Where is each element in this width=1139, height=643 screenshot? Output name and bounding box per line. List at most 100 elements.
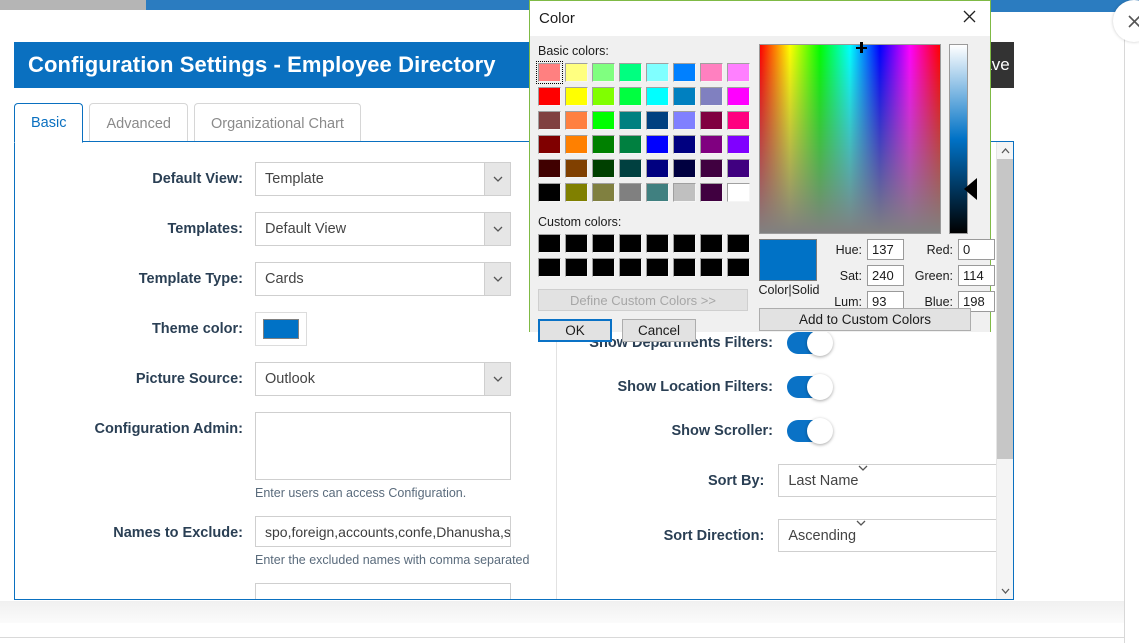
color-swatch[interactable] bbox=[727, 234, 750, 253]
color-swatch[interactable] bbox=[592, 111, 615, 130]
cancel-button[interactable]: Cancel bbox=[622, 319, 696, 342]
theme-color-picker-button[interactable] bbox=[255, 312, 307, 346]
color-gradient-field[interactable] bbox=[759, 44, 941, 234]
color-swatch[interactable] bbox=[538, 258, 561, 277]
color-swatch[interactable] bbox=[565, 135, 588, 154]
color-swatch[interactable] bbox=[700, 258, 723, 277]
color-swatch[interactable] bbox=[565, 183, 588, 202]
color-swatch[interactable] bbox=[646, 159, 669, 178]
hue-input[interactable]: 137 bbox=[867, 239, 904, 260]
color-swatch[interactable] bbox=[646, 63, 669, 82]
color-swatch[interactable] bbox=[565, 63, 588, 82]
color-swatch[interactable] bbox=[646, 111, 669, 130]
color-swatch[interactable] bbox=[727, 63, 750, 82]
color-swatch[interactable] bbox=[538, 159, 561, 178]
color-swatch[interactable] bbox=[727, 87, 750, 106]
scroll-down-button[interactable] bbox=[997, 582, 1014, 599]
color-swatch[interactable] bbox=[619, 258, 642, 277]
sort-by-select[interactable]: Last Name bbox=[778, 464, 1013, 497]
scroll-up-button[interactable] bbox=[997, 142, 1014, 159]
configuration-admin-input[interactable] bbox=[255, 412, 511, 480]
color-swatch[interactable] bbox=[700, 63, 723, 82]
color-swatch[interactable] bbox=[619, 111, 642, 130]
color-swatch[interactable] bbox=[592, 135, 615, 154]
partial-bottom-input[interactable] bbox=[255, 583, 511, 600]
color-swatch[interactable] bbox=[673, 258, 696, 277]
color-swatch[interactable] bbox=[673, 159, 696, 178]
color-swatch[interactable] bbox=[619, 159, 642, 178]
picture-source-select[interactable]: Outlook bbox=[255, 362, 511, 396]
define-custom-colors-button[interactable]: Define Custom Colors >> bbox=[538, 289, 748, 311]
templates-select[interactable]: Default View bbox=[255, 212, 511, 246]
color-swatch[interactable] bbox=[538, 87, 561, 106]
red-input[interactable]: 0 bbox=[958, 239, 995, 260]
color-swatch[interactable] bbox=[700, 111, 723, 130]
color-swatch[interactable] bbox=[700, 159, 723, 178]
color-swatch[interactable] bbox=[592, 234, 615, 253]
color-swatch[interactable] bbox=[727, 258, 750, 277]
sat-input[interactable]: 240 bbox=[867, 265, 904, 286]
rgb-fields: Red: 0 Green: 114 Blue: 198 bbox=[910, 239, 995, 317]
color-swatch[interactable] bbox=[592, 258, 615, 277]
color-swatch[interactable] bbox=[700, 183, 723, 202]
add-to-custom-colors-button[interactable]: Add to Custom Colors bbox=[759, 308, 971, 331]
color-swatch[interactable] bbox=[727, 111, 750, 130]
red-label: Red: bbox=[910, 243, 958, 257]
show-scroller-toggle[interactable] bbox=[787, 420, 831, 442]
chevron-down-icon bbox=[1001, 588, 1010, 594]
color-swatch[interactable] bbox=[673, 111, 696, 130]
color-swatch[interactable] bbox=[565, 111, 588, 130]
color-swatch[interactable] bbox=[727, 183, 750, 202]
color-swatch[interactable] bbox=[592, 63, 615, 82]
color-swatch[interactable] bbox=[538, 135, 561, 154]
panel-scrollbar[interactable] bbox=[996, 142, 1013, 599]
color-swatch[interactable] bbox=[673, 135, 696, 154]
color-swatch[interactable] bbox=[565, 87, 588, 106]
color-swatch[interactable] bbox=[538, 63, 561, 82]
color-swatch[interactable] bbox=[565, 258, 588, 277]
color-swatch[interactable] bbox=[538, 234, 561, 253]
luminance-slider-pointer[interactable] bbox=[964, 178, 977, 200]
green-input[interactable]: 114 bbox=[958, 265, 995, 286]
color-swatch[interactable] bbox=[646, 258, 669, 277]
color-swatch[interactable] bbox=[727, 159, 750, 178]
names-to-exclude-input[interactable]: spo,foreign,accounts,confe,Dhanusha,sa bbox=[255, 516, 511, 547]
color-swatch[interactable] bbox=[673, 63, 696, 82]
color-swatch[interactable] bbox=[538, 111, 561, 130]
color-swatch[interactable] bbox=[700, 87, 723, 106]
color-swatch[interactable] bbox=[619, 63, 642, 82]
tab-organizational-chart[interactable]: Organizational Chart bbox=[194, 103, 361, 143]
show-location-filters-toggle[interactable] bbox=[787, 376, 831, 398]
color-swatch[interactable] bbox=[565, 234, 588, 253]
color-swatch[interactable] bbox=[646, 183, 669, 202]
color-swatch[interactable] bbox=[673, 183, 696, 202]
ok-button[interactable]: OK bbox=[538, 319, 612, 342]
color-swatch[interactable] bbox=[538, 183, 561, 202]
color-swatch[interactable] bbox=[646, 87, 669, 106]
color-swatch[interactable] bbox=[619, 87, 642, 106]
app-root: Configuration Settings - Employee Direct… bbox=[0, 0, 1139, 643]
color-swatch[interactable] bbox=[619, 183, 642, 202]
templates-value: Default View bbox=[265, 221, 346, 237]
color-swatch[interactable] bbox=[673, 87, 696, 106]
color-dialog-close-button[interactable] bbox=[958, 10, 980, 27]
color-swatch[interactable] bbox=[673, 234, 696, 253]
color-swatch[interactable] bbox=[619, 234, 642, 253]
color-swatch[interactable] bbox=[646, 234, 669, 253]
sort-direction-select[interactable]: Ascending bbox=[778, 519, 1013, 552]
scrollbar-thumb[interactable] bbox=[997, 159, 1014, 459]
template-type-select[interactable]: Cards bbox=[255, 262, 511, 296]
tab-basic[interactable]: Basic bbox=[14, 103, 83, 143]
default-view-select[interactable]: Template bbox=[255, 162, 511, 196]
color-swatch[interactable] bbox=[592, 87, 615, 106]
tab-advanced[interactable]: Advanced bbox=[89, 103, 188, 143]
color-swatch[interactable] bbox=[700, 135, 723, 154]
color-swatch[interactable] bbox=[619, 135, 642, 154]
color-swatch[interactable] bbox=[727, 135, 750, 154]
luminance-slider[interactable] bbox=[949, 44, 968, 234]
color-swatch[interactable] bbox=[592, 159, 615, 178]
color-swatch[interactable] bbox=[565, 159, 588, 178]
color-swatch[interactable] bbox=[700, 234, 723, 253]
color-swatch[interactable] bbox=[646, 135, 669, 154]
color-swatch[interactable] bbox=[592, 183, 615, 202]
